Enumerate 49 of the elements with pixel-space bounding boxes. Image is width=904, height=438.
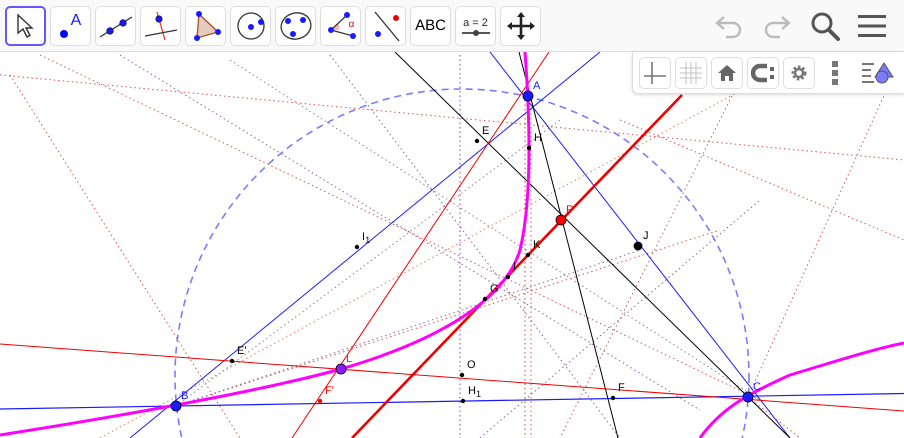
point[interactable]: [354, 244, 360, 250]
point-label: E': [237, 345, 246, 357]
home-icon: [717, 64, 737, 82]
point-label: J: [643, 230, 648, 242]
point[interactable]: [460, 372, 464, 378]
move-arrows-icon: [504, 10, 536, 42]
point[interactable]: [610, 396, 616, 400]
point[interactable]: [318, 398, 322, 404]
tool-button[interactable]: A: [50, 6, 91, 46]
snap-button[interactable]: [747, 56, 779, 88]
axes-button[interactable]: [639, 56, 671, 88]
point[interactable]: [634, 242, 642, 250]
home-button[interactable]: [711, 56, 743, 88]
point-label: L: [346, 353, 352, 365]
point[interactable]: [522, 90, 534, 102]
menu-icon: [858, 14, 886, 38]
point[interactable]: [526, 252, 530, 258]
arrow-cursor-icon: [14, 12, 36, 38]
perpendicular-line-icon: [142, 10, 178, 42]
tool-button[interactable]: [5, 6, 46, 46]
point-label: E: [482, 125, 490, 137]
settings-icon: [789, 62, 809, 82]
point-label: G: [490, 283, 499, 295]
point[interactable]: [526, 146, 532, 150]
point-label: B: [181, 390, 188, 402]
point-label: I: [513, 261, 516, 273]
more-icon: [832, 60, 838, 84]
point[interactable]: [336, 364, 346, 374]
point-label: A: [533, 80, 540, 92]
point[interactable]: [170, 400, 182, 412]
search-icon: [810, 10, 840, 40]
settings-button[interactable]: [783, 56, 815, 88]
magnet-icon: [751, 62, 775, 82]
point[interactable]: [230, 358, 234, 364]
tool-button[interactable]: a = 2: [455, 6, 496, 46]
point-label: H$_{1}$: [468, 385, 482, 397]
point[interactable]: [506, 274, 510, 280]
shapes-icon: [862, 60, 894, 84]
point-label: F': [325, 385, 334, 397]
point[interactable]: [474, 138, 480, 144]
point-label: O: [467, 359, 476, 371]
point[interactable]: [556, 214, 566, 226]
point[interactable]: [482, 296, 488, 302]
axes-icon: [644, 62, 666, 84]
point[interactable]: [460, 398, 466, 404]
tool-button[interactable]: α: [320, 6, 361, 46]
point[interactable]: [742, 392, 754, 402]
grid-icon: [680, 62, 702, 84]
tool-button[interactable]: ABC: [410, 6, 451, 46]
